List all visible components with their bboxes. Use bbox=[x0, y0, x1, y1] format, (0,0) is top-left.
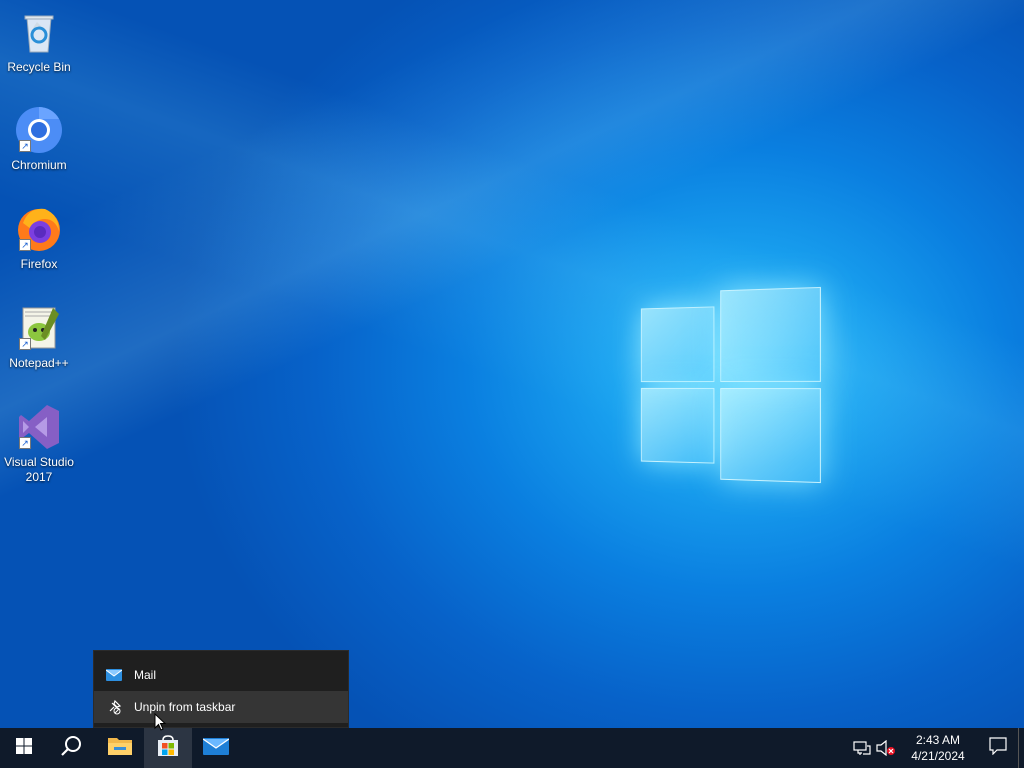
clock[interactable]: 2:43 AM 4/21/2024 bbox=[898, 732, 978, 764]
recycle-bin-icon bbox=[15, 8, 63, 56]
desktop-icon-visual-studio[interactable]: ↗ Visual Studio 2017 bbox=[0, 403, 78, 485]
visual-studio-icon: ↗ bbox=[15, 403, 63, 451]
desktop-icon-recycle-bin[interactable]: Recycle Bin bbox=[0, 8, 78, 75]
desktop-icon-label: Chromium bbox=[11, 158, 66, 172]
show-desktop-button[interactable] bbox=[1018, 728, 1024, 768]
desktop-icon-firefox[interactable]: ↗ Firefox bbox=[0, 205, 78, 272]
file-explorer-button[interactable] bbox=[96, 728, 144, 768]
desktop-icon-chromium[interactable]: ↗ Chromium bbox=[0, 106, 78, 173]
folder-icon bbox=[108, 736, 132, 761]
system-tray: 2:43 AM 4/21/2024 bbox=[850, 728, 1024, 768]
jump-list-item-label: Mail bbox=[134, 668, 156, 682]
chromium-icon: ↗ bbox=[15, 106, 63, 154]
mouse-cursor-icon bbox=[154, 713, 166, 731]
clock-date: 4/21/2024 bbox=[898, 748, 978, 764]
clock-time: 2:43 AM bbox=[898, 732, 978, 748]
shortcut-arrow-icon: ↗ bbox=[19, 437, 31, 449]
shortcut-arrow-icon: ↗ bbox=[19, 338, 31, 350]
microsoft-store-button[interactable] bbox=[144, 728, 192, 768]
jump-list-item-mail[interactable]: Mail bbox=[94, 659, 348, 691]
action-center-icon bbox=[989, 737, 1007, 760]
mail-taskbar-button[interactable] bbox=[192, 728, 240, 768]
shortcut-arrow-icon: ↗ bbox=[19, 140, 31, 152]
network-icon[interactable] bbox=[850, 728, 874, 768]
desktop-icon-notepad-plus-plus[interactable]: ↗ Notepad++ bbox=[0, 304, 78, 371]
desktop-icon-label: Firefox bbox=[21, 257, 58, 271]
desktop-icon-label: Recycle Bin bbox=[7, 60, 70, 74]
windows-start-icon bbox=[16, 738, 32, 759]
taskbar: 2:43 AM 4/21/2024 bbox=[0, 728, 1024, 768]
mail-icon bbox=[94, 668, 134, 682]
unpin-icon bbox=[94, 699, 134, 715]
store-icon bbox=[157, 735, 179, 762]
jump-list-item-unpin[interactable]: Unpin from taskbar bbox=[94, 691, 348, 723]
desktop-icon-label: Visual Studio 2017 bbox=[4, 455, 74, 484]
notepad-plus-plus-icon: ↗ bbox=[15, 304, 63, 352]
taskbar-jump-list: Mail Unpin from taskbar bbox=[93, 650, 349, 728]
mail-icon bbox=[203, 736, 229, 761]
shortcut-arrow-icon: ↗ bbox=[19, 239, 31, 251]
firefox-icon: ↗ bbox=[15, 205, 63, 253]
windows-logo-wallpaper bbox=[641, 287, 823, 483]
action-center-button[interactable] bbox=[978, 728, 1018, 768]
search-icon bbox=[61, 735, 83, 762]
desktop-icon-label: Notepad++ bbox=[9, 356, 68, 370]
volume-muted-icon[interactable] bbox=[874, 728, 898, 768]
search-button[interactable] bbox=[48, 728, 96, 768]
start-button[interactable] bbox=[0, 728, 48, 768]
jump-list-item-label: Unpin from taskbar bbox=[134, 700, 235, 714]
